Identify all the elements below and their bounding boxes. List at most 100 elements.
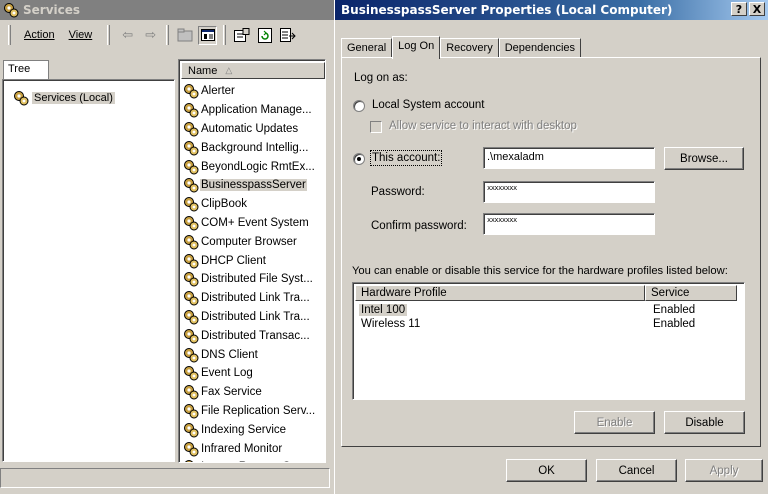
tab-recovery[interactable]: Recovery <box>440 38 499 58</box>
tree-item-services-local[interactable]: Services (Local) <box>13 90 115 106</box>
service-name: DHCP Client <box>201 254 266 267</box>
services-title: Services <box>23 3 81 17</box>
confirm-password-field[interactable]: xxxxxxxx <box>483 213 655 235</box>
this-account-label[interactable]: This account: <box>369 150 443 166</box>
table-row[interactable]: Wireless 11 Enabled <box>357 318 742 332</box>
close-button[interactable]: X <box>749 2 765 16</box>
services-list-pane[interactable]: Name △ Alerter Application Manage... Autom… <box>178 59 326 463</box>
this-account-radio[interactable] <box>353 153 365 165</box>
gears-icon <box>185 460 193 462</box>
hardware-profile-cell: Wireless 11 <box>361 318 421 330</box>
list-item[interactable]: DNS Client <box>183 345 325 364</box>
service-name: Distributed Link Tra... <box>201 310 310 323</box>
service-status-cell: Enabled <box>653 318 696 330</box>
list-item[interactable]: Distributed Link Tra... <box>183 289 325 308</box>
dialog-titlebar[interactable]: BusinesspassServer Properties (Local Com… <box>335 0 768 20</box>
gears-icon <box>184 84 199 99</box>
ok-button[interactable]: OK <box>506 459 587 482</box>
services-titlebar[interactable]: Services <box>0 0 334 20</box>
column-header-name[interactable]: Name △ <box>181 62 325 79</box>
list-item[interactable]: Alerter <box>183 82 325 101</box>
list-item[interactable]: BeyondLogic RmtEx... <box>183 157 325 176</box>
allow-interact-checkbox[interactable] <box>370 121 382 133</box>
toolbar-grip[interactable] <box>8 25 11 45</box>
service-name: Fax Service <box>201 386 262 399</box>
toolbar-grip-2[interactable] <box>107 25 111 45</box>
dialog-title: BusinesspassServer Properties (Local Com… <box>341 3 673 17</box>
service-name: BusinesspassServer <box>200 179 307 192</box>
services-list: Alerter Application Manage... Automatic Up… <box>183 82 325 462</box>
hardware-profiles-list[interactable]: Hardware Profile Service Intel 100 Enabl… <box>352 282 745 400</box>
list-item[interactable]: Fax Service <box>183 383 325 402</box>
tab-dependencies[interactable]: Dependencies <box>498 38 582 58</box>
gears-icon <box>184 159 199 175</box>
list-item[interactable]: Computer Browser <box>183 232 325 251</box>
list-item[interactable]: ClipBook <box>183 195 325 214</box>
tree-pane[interactable]: Services (Local) <box>2 79 175 462</box>
export-icon[interactable] <box>278 26 297 45</box>
gears-icon <box>184 366 199 381</box>
service-name: Distributed Transac... <box>201 329 310 342</box>
service-name: Alerter <box>201 85 235 98</box>
gears-icon <box>184 103 199 118</box>
menu-action-label: Action <box>24 29 55 41</box>
list-item[interactable]: Indexing Service <box>183 420 325 439</box>
list-item[interactable]: File Replication Serv... <box>183 402 325 421</box>
list-item[interactable]: Automatic Updates <box>183 120 325 139</box>
tree-item-label: Services (Local) <box>32 92 115 104</box>
toolbar-sep-2 <box>223 25 227 45</box>
service-name: DNS Client <box>201 348 258 361</box>
tab-strip: General Log On Recovery Dependencies <box>341 36 582 59</box>
menu-toolbar: Action View ⇦ ⇨ <box>0 22 334 48</box>
apply-button[interactable]: Apply <box>685 459 763 482</box>
service-name: Application Manage... <box>201 104 312 117</box>
help-button[interactable]: ? <box>731 2 747 16</box>
sort-ascending-icon: △ <box>225 65 233 75</box>
gears-icon <box>184 441 199 457</box>
list-item[interactable]: Distributed File Syst... <box>183 270 325 289</box>
column-header-hardware-profile[interactable]: Hardware Profile <box>355 285 645 301</box>
list-item[interactable]: BusinesspassServer <box>183 176 325 195</box>
menu-view[interactable]: View <box>62 27 100 43</box>
list-item[interactable]: COM+ Event System <box>183 214 325 233</box>
list-item[interactable]: Instant Remote Co... <box>183 458 325 462</box>
cancel-button[interactable]: Cancel <box>596 459 677 482</box>
tab-log-on[interactable]: Log On <box>392 36 441 59</box>
list-item[interactable]: Event Log <box>183 364 325 383</box>
allow-interact-label[interactable]: Allow service to interact with desktop <box>389 120 577 132</box>
tab-general[interactable]: General <box>341 38 393 58</box>
refresh-icon[interactable] <box>255 26 274 45</box>
properties-grid-icon[interactable] <box>198 25 218 45</box>
list-item[interactable]: Application Manage... <box>183 101 325 120</box>
back-arrow-icon[interactable]: ⇦ <box>118 26 137 45</box>
properties-icon[interactable] <box>232 26 251 45</box>
column-header-service[interactable]: Service <box>645 285 737 301</box>
up-folder-icon[interactable] <box>175 26 194 45</box>
disable-button[interactable]: Disable <box>664 411 745 434</box>
local-system-radio[interactable] <box>353 100 365 112</box>
enable-button[interactable]: Enable <box>574 411 655 434</box>
list-item[interactable]: Infrared Monitor <box>183 439 325 458</box>
password-field[interactable]: xxxxxxxx <box>483 181 655 203</box>
menu-view-label: View <box>68 29 93 41</box>
account-field[interactable]: .\mexaladm <box>483 147 655 169</box>
browse-button[interactable]: Browse... <box>664 147 744 170</box>
table-row[interactable]: Intel 100 Enabled <box>357 304 742 318</box>
local-system-label[interactable]: Local System account <box>372 99 485 111</box>
list-item[interactable]: Background Intellig... <box>183 138 325 157</box>
services-window: Services Action View ⇦ ⇨ Tree Services (… <box>0 0 334 494</box>
menu-action[interactable]: Action <box>17 27 62 43</box>
gears-icon <box>184 178 199 193</box>
service-name: Background Intellig... <box>201 141 309 154</box>
list-item[interactable]: Distributed Link Tra... <box>183 308 325 327</box>
gears-icon <box>184 347 199 363</box>
gears-icon <box>184 121 199 137</box>
list-item[interactable]: Distributed Transac... <box>183 326 325 345</box>
service-name: COM+ Event System <box>201 216 309 229</box>
column-header-label: Name <box>188 64 218 77</box>
list-item[interactable]: DHCP Client <box>183 251 325 270</box>
tree-tab[interactable]: Tree <box>3 60 49 80</box>
forward-arrow-icon[interactable]: ⇨ <box>141 26 160 45</box>
service-name: Distributed Link Tra... <box>201 292 310 305</box>
gears-icon <box>184 234 199 250</box>
